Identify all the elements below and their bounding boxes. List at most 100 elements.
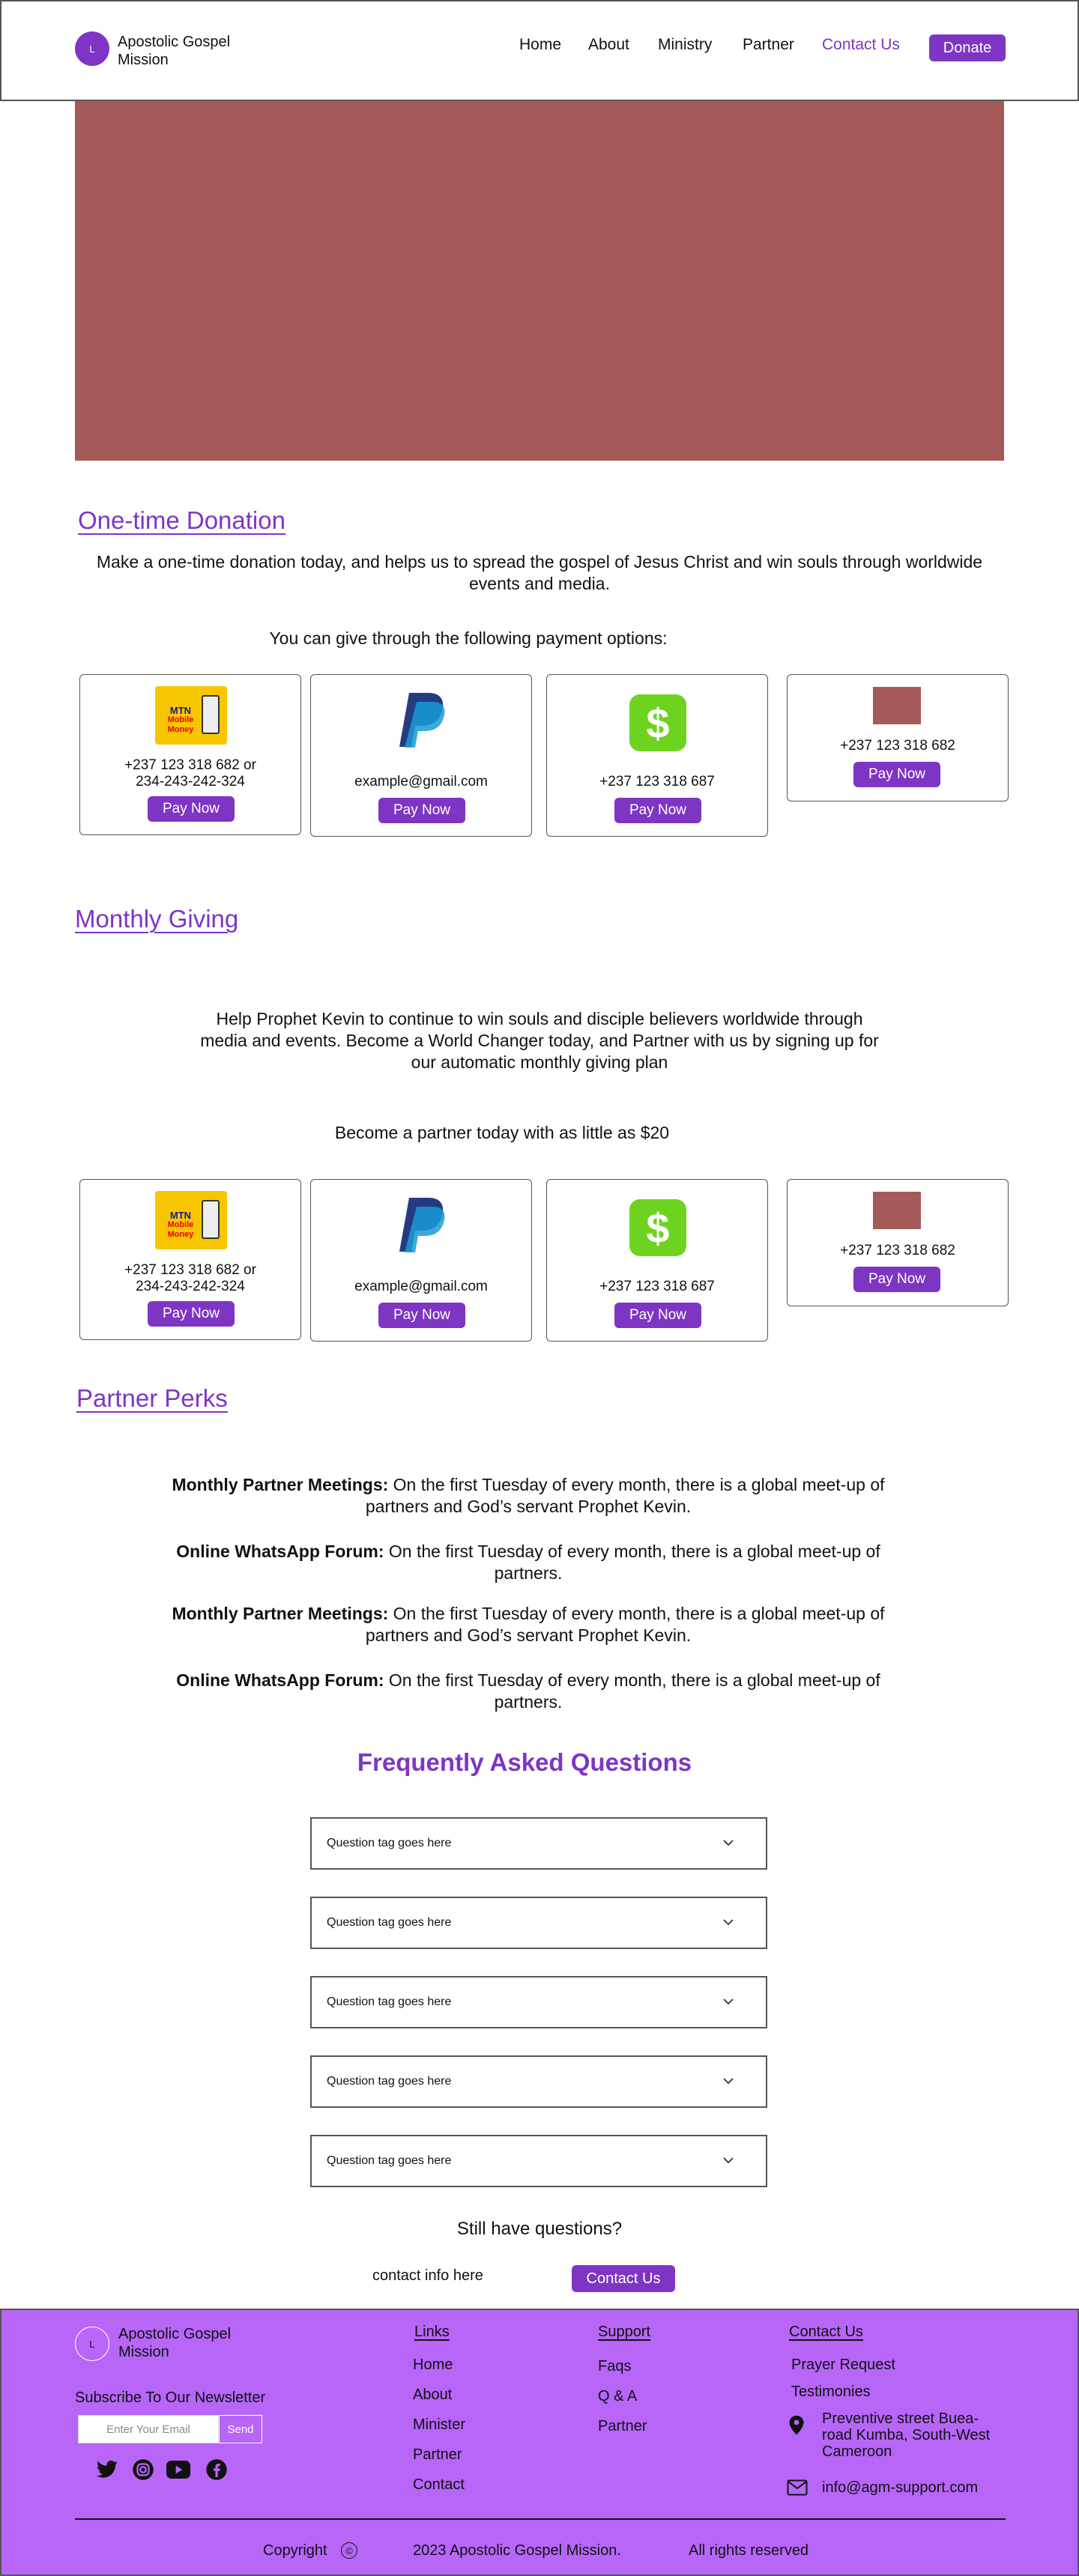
other-number: +237 123 318 682 xyxy=(840,738,955,754)
perk-item: Monthly Partner Meetings: On the first T… xyxy=(172,1604,885,1645)
paypal-email: example@gmail.com xyxy=(354,774,488,790)
onetime-description: Make a one-time donation today, and help… xyxy=(96,552,983,593)
faq-item[interactable]: Question tag goes here xyxy=(310,1976,767,2028)
brand-line-1: Apostolic Gospel xyxy=(118,34,231,50)
mtn-mobile-text: Mobile xyxy=(167,1220,194,1229)
mtn-money-text: Money xyxy=(167,725,194,734)
mtn-text: MTN xyxy=(169,1210,192,1221)
faq-item[interactable]: Question tag goes here xyxy=(310,2055,767,2108)
faq-question: Question tag goes here xyxy=(327,1916,452,1929)
footer-email[interactable]: info@agm-support.com xyxy=(822,2479,978,2497)
pay-now-button[interactable]: Pay Now xyxy=(148,796,235,822)
footer-brand: Apostolic Gospel Mission xyxy=(118,2326,232,2360)
footer-link-partner[interactable]: Partner xyxy=(413,2446,462,2464)
send-button[interactable]: Send xyxy=(219,2415,262,2443)
payment-card-cashapp: $ +237 123 318 687 Pay Now xyxy=(546,674,768,837)
nav-contact-us[interactable]: Contact Us xyxy=(822,36,900,54)
mtn-mobile-money-icon: MTN Mobile Money xyxy=(155,686,227,745)
faq-item[interactable]: Question tag goes here xyxy=(310,2135,767,2187)
footer-link-minister[interactable]: Minister xyxy=(413,2416,465,2434)
footer-contact-title: Contact Us xyxy=(789,2324,863,2340)
footer-link-support-partner[interactable]: Partner xyxy=(598,2418,647,2435)
paypal-email: example@gmail.com xyxy=(354,1279,488,1294)
perk-item: Monthly Partner Meetings: On the first T… xyxy=(172,1475,885,1516)
payment-card-mtn: MTN Mobile Money +237 123 318 682 or 234… xyxy=(79,674,301,835)
chevron-down-icon xyxy=(723,1840,734,1846)
copyright-icon: © xyxy=(341,2542,357,2559)
faq-question: Question tag goes here xyxy=(327,2154,452,2167)
footer-link-home[interactable]: Home xyxy=(413,2357,453,2374)
pay-now-button[interactable]: Pay Now xyxy=(614,1303,701,1328)
rights-text: All rights reserved xyxy=(689,2542,809,2559)
faq-item[interactable]: Question tag goes here xyxy=(310,1817,767,1870)
monthly-description: Help Prophet Kevin to continue to win so… xyxy=(200,1009,879,1072)
logo-icon[interactable]: L xyxy=(75,31,109,66)
faq-question: Question tag goes here xyxy=(327,1995,452,2008)
brand-line-2: Mission xyxy=(118,52,169,68)
site-footer: L Apostolic Gospel Mission Subscribe To … xyxy=(0,2309,1079,2576)
site-header: L Apostolic Gospel Mission Home About Mi… xyxy=(0,0,1079,101)
perks-title: Partner Perks xyxy=(76,1384,228,1412)
placeholder-icon xyxy=(873,687,921,724)
payment-card-other: +237 123 318 682 Pay Now xyxy=(787,1179,1009,1306)
copyright-text: 2023 Apostolic Gospel Mission. xyxy=(413,2542,621,2559)
faq-item[interactable]: Question tag goes here xyxy=(310,1897,767,1949)
pay-now-button[interactable]: Pay Now xyxy=(853,1267,940,1292)
footer-link-testimonies[interactable]: Testimonies xyxy=(791,2383,871,2401)
contact-us-button[interactable]: Contact Us xyxy=(572,2265,675,2292)
payment-card-paypal: example@gmail.com Pay Now xyxy=(310,674,532,837)
still-questions-label: Still have questions? xyxy=(456,2219,623,2239)
mtn-mobile-text: Mobile xyxy=(167,715,194,724)
footer-links-title: Links xyxy=(414,2324,450,2340)
mtn-text: MTN xyxy=(169,705,192,716)
mtn-money-text: Money xyxy=(167,1230,194,1239)
chevron-down-icon xyxy=(723,2157,734,2164)
twitter-icon[interactable] xyxy=(96,2460,118,2479)
payment-card-other: +237 123 318 682 Pay Now xyxy=(787,674,1009,801)
location-pin-icon xyxy=(789,2416,804,2435)
footer-link-qa[interactable]: Q & A xyxy=(598,2388,637,2405)
footer-support-title: Support xyxy=(598,2324,651,2340)
pay-now-button[interactable]: Pay Now xyxy=(378,1303,465,1328)
email-input[interactable]: Enter Your Email xyxy=(78,2415,219,2443)
footer-link-prayer-request[interactable]: Prayer Request xyxy=(791,2357,895,2374)
mtn-number: +237 123 318 682 or 234-243-242-324 xyxy=(124,757,256,790)
other-number: +237 123 318 682 xyxy=(840,1243,955,1258)
nav-home[interactable]: Home xyxy=(519,36,561,54)
perk-item: Online WhatsApp Forum: On the first Tues… xyxy=(176,1542,880,1583)
nav-ministry[interactable]: Ministry xyxy=(658,36,712,54)
copyright-label: Copyright xyxy=(263,2542,327,2559)
facebook-icon[interactable] xyxy=(205,2458,228,2481)
chevron-down-icon xyxy=(723,1998,734,2005)
footer-logo-icon[interactable]: L xyxy=(75,2327,109,2361)
cashapp-number: +237 123 318 687 xyxy=(599,774,715,790)
mtn-number: +237 123 318 682 or 234-243-242-324 xyxy=(124,1262,256,1294)
faq-question: Question tag goes here xyxy=(327,2075,452,2088)
payment-card-paypal: example@gmail.com Pay Now xyxy=(310,1179,532,1342)
cashapp-icon: $ xyxy=(629,694,686,751)
nav-partner[interactable]: Partner xyxy=(743,36,794,54)
pay-now-button[interactable]: Pay Now xyxy=(614,798,701,823)
monthly-title: Monthly Giving xyxy=(75,905,239,933)
brand-name[interactable]: Apostolic Gospel Mission xyxy=(118,33,230,69)
footer-link-about[interactable]: About xyxy=(413,2386,452,2404)
footer-link-contact[interactable]: Contact xyxy=(413,2476,465,2494)
contact-info: contact info here xyxy=(372,2267,483,2284)
youtube-icon[interactable] xyxy=(166,2460,190,2479)
hero-banner xyxy=(75,101,1004,461)
cashapp-number: +237 123 318 687 xyxy=(599,1279,715,1294)
pay-now-button[interactable]: Pay Now xyxy=(148,1301,235,1327)
pay-now-button[interactable]: Pay Now xyxy=(378,798,465,823)
footer-link-faqs[interactable]: Faqs xyxy=(598,2358,631,2375)
donate-button[interactable]: Donate xyxy=(929,34,1006,61)
faq-question: Question tag goes here xyxy=(327,1837,452,1849)
pay-now-button[interactable]: Pay Now xyxy=(853,762,940,787)
chevron-down-icon xyxy=(723,2078,734,2085)
faq-title: Frequently Asked Questions xyxy=(357,1748,692,1776)
nav-about[interactable]: About xyxy=(588,36,629,54)
mail-icon xyxy=(787,2479,808,2496)
newsletter-label: Subscribe To Our Newsletter xyxy=(75,2389,266,2406)
paypal-icon xyxy=(399,693,445,748)
instagram-icon[interactable] xyxy=(132,2458,154,2481)
mtn-mobile-money-icon: MTN Mobile Money xyxy=(155,1191,227,1249)
